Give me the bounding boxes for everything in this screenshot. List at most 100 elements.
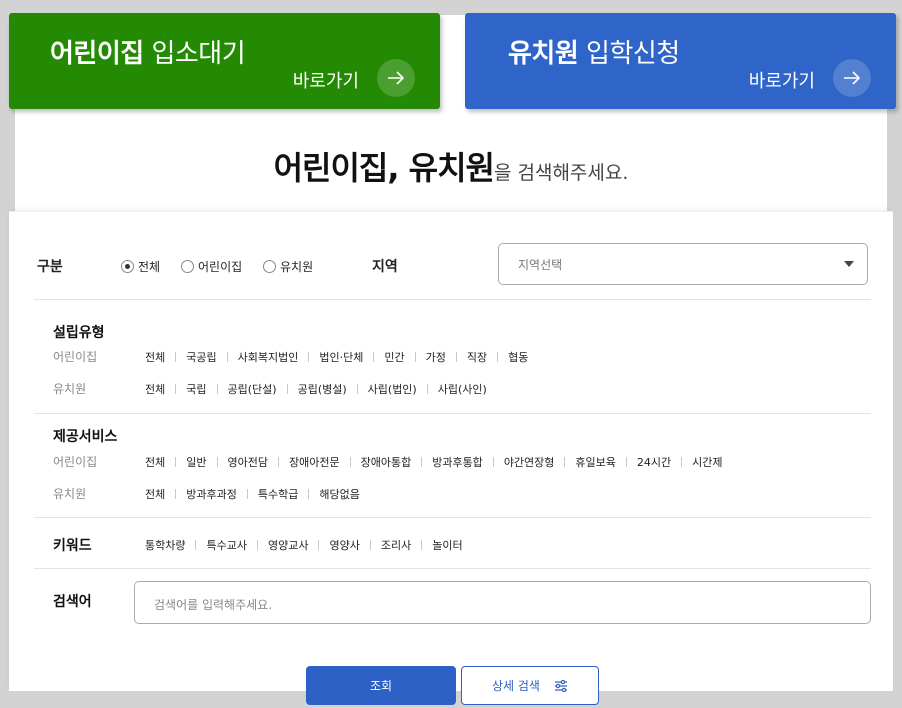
keyword-title: 키워드 (53, 538, 92, 554)
chip-separator (318, 540, 320, 550)
filter-chip[interactable]: 국공립 (186, 349, 216, 365)
arrow-right-icon[interactable] (377, 59, 415, 97)
filter-chip[interactable]: 전체 (145, 349, 165, 365)
daycare-waitlist-banner[interactable]: 어린이집 입소대기 바로가기 (9, 13, 440, 109)
search-placeholder: 검색어를 입력해주세요. (154, 598, 273, 612)
filter-chip[interactable]: 법인·단체 (319, 349, 363, 365)
chip-separator (226, 352, 228, 362)
establishment-daycare-label: 어린이집 (53, 350, 98, 364)
filter-chip[interactable]: 사회복지법인 (238, 349, 299, 365)
establishment-kindergarten-chips: 전체 국립 공립(단설) 공립(병설) 사립(법인) 사립(사인) (145, 381, 487, 397)
filter-chip[interactable]: 방과후통합 (432, 454, 483, 470)
radio-dot (121, 260, 134, 273)
chip-separator (421, 540, 423, 550)
radio-dot (181, 260, 194, 273)
chip-separator (286, 384, 288, 394)
keyword-chips: 통학차량 특수교사 영양교사 영양사 조리사 놀이터 (145, 537, 463, 553)
filter-chip[interactable]: 협동 (508, 349, 528, 365)
divider (34, 517, 871, 518)
filter-chip[interactable]: 시간제 (692, 454, 722, 470)
filter-chip[interactable]: 전체 (145, 454, 165, 470)
region-label: 지역 (372, 259, 398, 275)
divider (34, 299, 871, 300)
filter-chip[interactable]: 영양사 (329, 537, 359, 553)
filter-chip[interactable]: 조리사 (381, 537, 411, 553)
chip-separator (426, 384, 428, 394)
establishment-title: 설립유형 (53, 325, 105, 341)
chip-separator (356, 384, 358, 394)
filter-chip[interactable]: 특수교사 (206, 537, 246, 553)
chip-separator (625, 457, 627, 467)
filter-chip[interactable]: 사립(사인) (438, 381, 487, 397)
radio-dot (263, 260, 276, 273)
search-input[interactable]: 검색어를 입력해주세요. (134, 581, 871, 624)
establishment-daycare-chips: 전체 국공립 사회복지법인 법인·단체 민간 가정 직장 협동 (145, 349, 528, 365)
headline-rest: 을 검색해주세요. (493, 162, 629, 184)
radio-daycare[interactable]: 어린이집 (181, 258, 242, 275)
services-title: 제공서비스 (53, 429, 118, 445)
radio-all[interactable]: 전체 (121, 258, 160, 275)
chip-separator (277, 457, 279, 467)
filter-chip[interactable]: 전체 (145, 381, 165, 397)
arrow-right-icon[interactable] (833, 59, 871, 97)
radio-kindergarten[interactable]: 유치원 (263, 258, 313, 275)
divider (34, 413, 871, 414)
filter-chip[interactable]: 24시간 (637, 454, 671, 470)
chip-separator (373, 352, 375, 362)
establishment-kindergarten-label: 유치원 (53, 382, 87, 396)
filter-chip[interactable]: 영양교사 (268, 537, 308, 553)
chip-separator (175, 384, 177, 394)
daycare-banner-title: 어린이집 입소대기 (50, 39, 246, 69)
category-label: 구분 (37, 259, 63, 275)
filter-chip[interactable]: 공립(단설) (228, 381, 277, 397)
kindergarten-go-label: 바로가기 (748, 71, 815, 92)
chip-separator (175, 352, 177, 362)
chip-separator (414, 352, 416, 362)
chip-separator (492, 457, 494, 467)
sliders-icon (554, 679, 567, 692)
filter-chip[interactable]: 장애아통합 (361, 454, 412, 470)
chip-separator (216, 384, 218, 394)
filter-chip[interactable]: 직장 (467, 349, 487, 365)
filter-chip[interactable]: 통학차량 (145, 537, 185, 553)
filter-chip[interactable]: 장애아전문 (289, 454, 340, 470)
chip-separator (455, 352, 457, 362)
headline-strong: 어린이집, 유치원 (273, 149, 495, 187)
filter-chip[interactable]: 가정 (426, 349, 446, 365)
filter-chip[interactable]: 공립(병설) (298, 381, 347, 397)
daycare-go-label: 바로가기 (292, 71, 359, 92)
page-headline: 어린이집, 유치원을 검색해주세요. (0, 143, 902, 189)
filter-chip[interactable]: 영아전담 (228, 454, 268, 470)
chip-separator (308, 489, 310, 499)
filter-chip[interactable]: 전체 (145, 486, 165, 502)
services-daycare-chips: 전체 일반 영아전담 장애아전문 장애아통합 방과후통합 야간연장형 휴일보육 24시간 시간제 (145, 454, 723, 470)
filter-chip[interactable]: 민간 (384, 349, 404, 365)
chip-separator (175, 457, 177, 467)
chip-separator (256, 540, 258, 550)
filter-chip[interactable]: 휴일보육 (575, 454, 615, 470)
region-select[interactable]: 지역선택 (498, 243, 868, 285)
search-submit-button[interactable]: 조회 (306, 666, 456, 705)
chip-separator (195, 540, 197, 550)
chip-separator (349, 457, 351, 467)
kindergarten-apply-banner[interactable]: 유치원 입학신청 바로가기 (465, 13, 896, 109)
advanced-search-button[interactable]: 상세 검색 (461, 666, 599, 705)
filter-chip[interactable]: 놀이터 (432, 537, 462, 553)
filter-chip[interactable]: 특수학급 (258, 486, 298, 502)
filter-chip[interactable]: 해당없음 (319, 486, 359, 502)
chip-separator (564, 457, 566, 467)
kindergarten-banner-title: 유치원 입학신청 (508, 39, 680, 69)
filter-chip[interactable]: 사립(법인) (368, 381, 417, 397)
filter-chip[interactable]: 국립 (186, 381, 206, 397)
chip-separator (681, 457, 683, 467)
filter-chip[interactable]: 일반 (186, 454, 206, 470)
filter-chip[interactable]: 야간연장형 (504, 454, 555, 470)
filter-chip[interactable]: 방과후과정 (186, 486, 237, 502)
chip-separator (421, 457, 423, 467)
services-kindergarten-chips: 전체 방과후과정 특수학급 해당없음 (145, 486, 360, 502)
chip-separator (497, 352, 499, 362)
chip-separator (246, 489, 248, 499)
chip-separator (175, 489, 177, 499)
region-placeholder: 지역선택 (518, 258, 563, 272)
divider (34, 568, 871, 569)
